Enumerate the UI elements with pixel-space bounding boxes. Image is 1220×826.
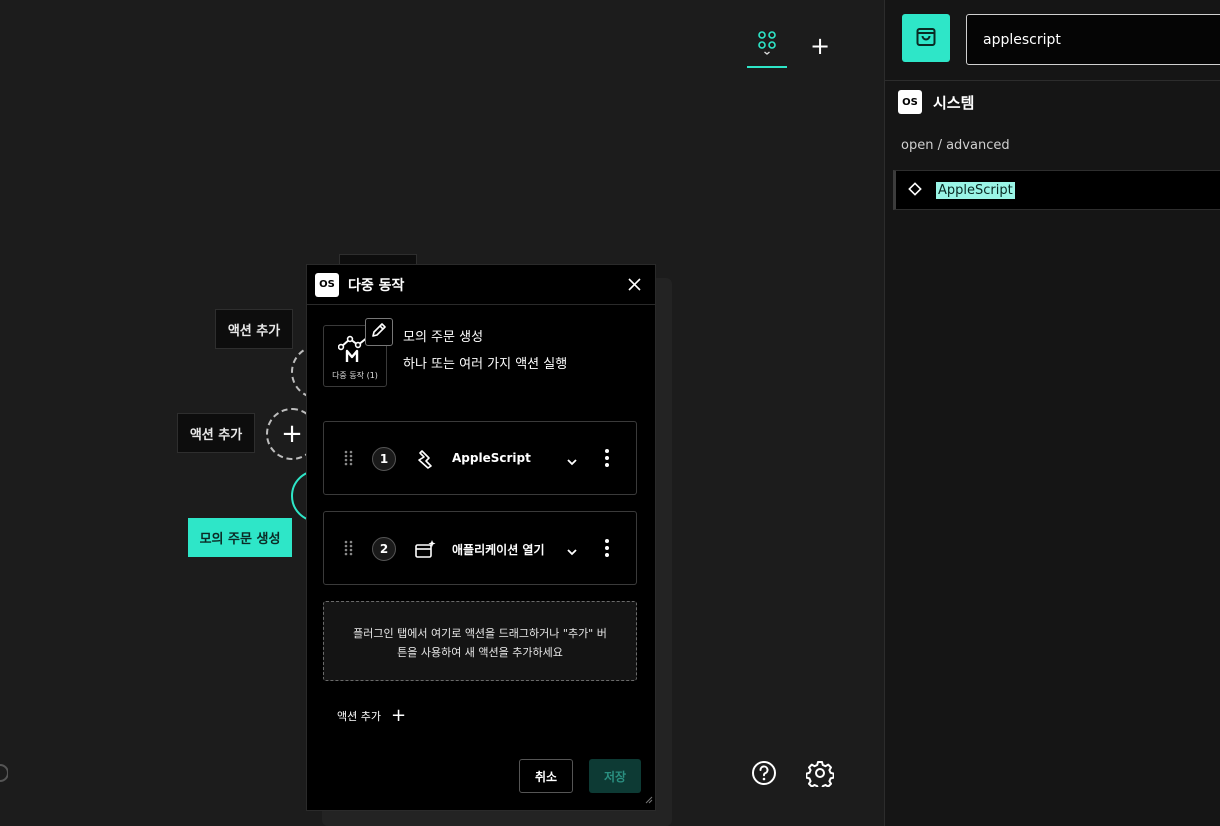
add-action-label: 액션 추가 <box>337 709 381 723</box>
cancel-button[interactable]: 취소 <box>519 759 573 793</box>
partial-icon <box>0 762 9 788</box>
add-action-node-label[interactable]: 액션 추가 <box>177 413 255 453</box>
search-input[interactable] <box>966 14 1220 65</box>
diamond-icon <box>908 181 922 200</box>
os-badge: OS <box>315 272 339 297</box>
macro-description: 하나 또는 여러 가지 액션 실행 <box>403 357 568 372</box>
pencil-icon <box>371 322 387 342</box>
macro-icon-caption: 다중 동작 (1) <box>332 371 378 380</box>
more-options-icon[interactable] <box>604 538 610 562</box>
multi-action-dialog: OS 다중 동작 다중 동작 (1) 모의 주문 생성 하나 또는 여러 가지 … <box>306 264 656 811</box>
edit-icon-button[interactable] <box>365 318 393 346</box>
step-number: 1 <box>372 447 396 471</box>
drag-handle-icon[interactable] <box>344 540 354 560</box>
step-number: 2 <box>372 537 396 561</box>
search-result-item[interactable]: AppleScript <box>893 170 1220 210</box>
selected-macro-label[interactable]: 모의 주문 생성 <box>188 518 292 557</box>
plus-icon: + <box>809 32 831 60</box>
drop-zone-text-line: 튼을 사용하여 새 액션을 추가하세요 <box>397 646 563 659</box>
grid-icon <box>756 30 778 60</box>
breadcrumb: open / advanced <box>901 138 1010 153</box>
plus-icon: + <box>390 705 407 726</box>
more-options-icon[interactable] <box>604 448 610 472</box>
macro-name[interactable]: 모의 주문 생성 <box>403 326 483 345</box>
plugin-panel: OS 시스템 open / advanced AppleScript <box>884 0 1220 826</box>
action-item[interactable]: 2 애플리케이션 열기 <box>323 511 637 585</box>
add-action-node-label[interactable]: 액션 추가 <box>215 309 293 349</box>
action-item[interactable]: 1 AppleScript <box>323 421 637 495</box>
gear-icon <box>805 759 835 791</box>
close-button[interactable] <box>625 276 643 294</box>
plus-icon: + <box>281 419 303 449</box>
chevron-down-icon[interactable] <box>566 542 578 561</box>
drag-handle-icon[interactable] <box>344 450 354 470</box>
os-badge: OS <box>898 90 922 114</box>
add-profile-button[interactable]: + <box>800 24 840 68</box>
panel-divider <box>885 80 1220 81</box>
drop-zone-text-line: 플러그인 탭에서 여기로 액션을 드래그하거나 "추가" 버 <box>353 627 607 640</box>
action-name: 애플리케이션 열기 <box>452 543 545 557</box>
chevron-down-icon[interactable] <box>566 452 578 471</box>
save-button[interactable]: 저장 <box>589 759 641 793</box>
action-drop-zone[interactable]: 플러그인 탭에서 여기로 액션을 드래그하거나 "추가" 버 튼을 사용하여 새… <box>323 601 637 681</box>
applescript-icon <box>414 448 436 470</box>
dialog-title: 다중 동작 <box>348 277 405 294</box>
add-action-button[interactable]: 액션 추가 + <box>337 705 406 726</box>
search-result-label: AppleScript <box>936 181 1015 199</box>
section-system: OS 시스템 <box>898 90 974 114</box>
marketplace-button[interactable] <box>902 14 950 62</box>
open-app-icon <box>414 538 436 560</box>
tab-grid-view[interactable] <box>747 24 787 68</box>
settings-button[interactable] <box>805 759 835 791</box>
shopping-bag-icon <box>914 24 938 52</box>
close-icon <box>627 276 641 295</box>
action-name: AppleScript <box>452 451 531 465</box>
help-button[interactable] <box>749 760 779 790</box>
help-icon <box>751 760 777 790</box>
section-title: 시스템 <box>933 93 975 112</box>
resize-grip-icon[interactable] <box>645 789 653 808</box>
dialog-header: OS 다중 동작 <box>307 265 655 305</box>
